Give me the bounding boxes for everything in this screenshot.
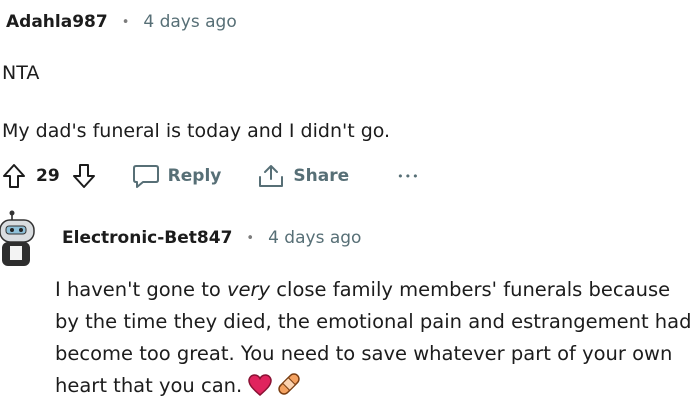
downvote-arrow-icon[interactable] [72,163,96,189]
comment-username[interactable]: Adahla987 [6,12,108,32]
upvote-arrow-icon[interactable] [2,163,26,189]
comment-header: Adahla987 • 4 days ago [6,12,237,32]
snoo-avatar-icon [0,210,35,266]
meta-separator: • [246,230,255,246]
comment-line-2: My dad's funeral is today and I didn't g… [2,120,391,142]
reply-username[interactable]: Electronic-Bet847 [62,228,232,248]
speech-bubble-icon [132,163,160,189]
reply-body: I haven't gone to very close family memb… [55,274,695,407]
comment-action-bar: 29 Reply Share ••• [2,160,420,192]
share-icon [257,163,285,189]
reply-label: Reply [167,166,222,186]
meta-separator: • [121,14,130,30]
share-label: Share [293,166,350,186]
bandage-emoji-icon [276,371,302,407]
comment-timestamp[interactable]: 4 days ago [143,12,236,32]
reply-header: Electronic-Bet847 • 4 days ago [62,228,361,248]
reply-text-part-1: I haven't gone to [55,278,227,301]
share-button[interactable]: Share [257,163,349,189]
heart-emoji-icon [248,374,273,406]
reply-timestamp[interactable]: 4 days ago [268,228,361,248]
vote-count: 29 [36,166,60,186]
comment-line-1: NTA [2,62,40,84]
reply-text-emphasis: very [227,278,271,301]
avatar[interactable] [0,210,38,266]
more-options-button[interactable]: ••• [397,170,419,183]
reply-button[interactable]: Reply [132,163,222,189]
